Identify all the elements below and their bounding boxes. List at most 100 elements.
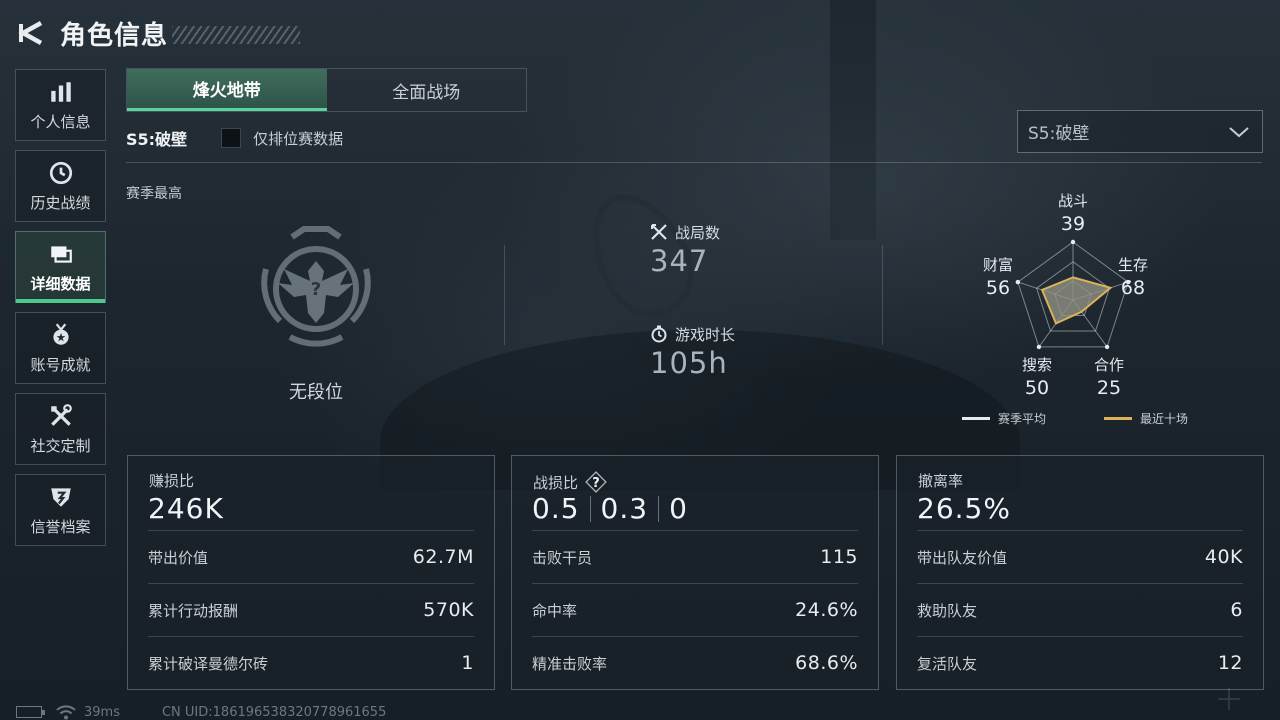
extract-panel: 撤离率 26.5% 带出队友价值 40K 救助队友 6 复活队友 12 <box>896 455 1264 690</box>
ranked-only-checkbox[interactable] <box>221 128 242 148</box>
profit-ratio-value: 246K <box>148 492 224 525</box>
sidebar-item-achievements[interactable]: 账号成就 <box>15 312 106 384</box>
crossed-tools-icon <box>50 403 72 426</box>
radar-label-survival: 生存 <box>1117 256 1148 274</box>
sidebar-item-label: 社交定制 <box>30 436 91 455</box>
shield-badge-icon <box>50 487 71 507</box>
stat-label: 精准击败率 <box>532 654 608 673</box>
legend-recent-ten: 最近十场 <box>1104 410 1188 427</box>
svg-text:?: ? <box>592 476 600 491</box>
stat-value: 6 <box>1230 599 1243 621</box>
legend-label: 最近十场 <box>1140 412 1189 426</box>
stat-label: 击败干员 <box>532 548 593 567</box>
stat-value: 1 <box>461 652 474 674</box>
stopwatch-icon <box>651 325 667 343</box>
background-tower <box>830 0 876 240</box>
radar-label-search: 搜索 <box>1021 356 1052 374</box>
title-decoration <box>172 26 301 44</box>
overview-divider <box>504 245 505 345</box>
stat-row: 带出队友价值 40K <box>917 530 1243 583</box>
page-header: 角色信息 <box>16 14 301 52</box>
back-arrow-icon[interactable] <box>16 18 46 48</box>
kd-value: 0.5 <box>532 492 580 525</box>
matches-stat: 战局数 347 <box>650 222 720 279</box>
sidebar-item-social[interactable]: 社交定制 <box>15 393 106 465</box>
stat-row: 复活队友 12 <box>917 636 1243 689</box>
stat-label: 带出价值 <box>148 548 209 567</box>
panel-title: 战损比 <box>533 473 579 492</box>
sidebar-item-label: 个人信息 <box>30 112 91 131</box>
sidebar-item-personal-info[interactable]: 个人信息 <box>15 69 106 141</box>
radar-label-combat: 战斗 <box>1057 192 1088 210</box>
combat-panel: 战损比 ? 0.5 0.3 0 击败干员 115 命中率 24.6% 精准击败率… <box>511 455 879 690</box>
kd-value: 0 <box>669 492 688 525</box>
playtime-stat: 游戏时长 105h <box>650 324 735 380</box>
ranked-only-label[interactable]: 仅排位赛数据 <box>253 128 343 149</box>
radar-axis-dot <box>1070 239 1076 245</box>
ping-value: 39ms <box>84 704 120 720</box>
stat-label: 复活队友 <box>917 654 978 673</box>
stat-row: 累计行动报酬 570K <box>148 583 474 636</box>
help-icon[interactable]: ? <box>584 470 608 494</box>
stat-label: 救助队友 <box>917 601 978 620</box>
radar-value-wealth: 56 <box>985 277 1011 299</box>
season-dropdown[interactable]: S5:破壁 <box>1017 110 1263 153</box>
folder-stack-icon <box>50 245 72 263</box>
stat-value: 62.7M <box>412 546 474 568</box>
stat-row: 救助队友 6 <box>917 583 1243 636</box>
radar-label-wealth: 财富 <box>982 256 1013 274</box>
panel-title: 撤离率 <box>918 472 964 490</box>
page-title: 角色信息 <box>60 20 169 51</box>
radar-value-combat: 39 <box>1060 213 1086 235</box>
overview-divider <box>882 245 883 345</box>
stat-row: 命中率 24.6% <box>532 583 858 636</box>
season-row: S5:破壁 仅排位赛数据 <box>126 126 343 150</box>
stat-row: 累计破译曼德尔砖 1 <box>148 636 474 689</box>
radar-value-teamwork: 25 <box>1096 377 1122 399</box>
radar-axis-dot <box>1036 344 1042 350</box>
matches-label: 战局数 <box>675 223 721 242</box>
legend-swatch <box>1104 417 1132 420</box>
sidebar: 个人信息 历史战绩 详细数据 账号成就 社交定制 信誉档案 <box>15 69 106 555</box>
wifi-icon <box>56 705 76 720</box>
bar-chart-icon <box>50 81 71 102</box>
sidebar-item-label: 信誉档案 <box>30 517 91 536</box>
kd-value: 0.3 <box>600 492 649 525</box>
radar-value-survival: 68 <box>1120 277 1146 299</box>
value-separator <box>658 495 660 522</box>
season-dropdown-value: S5:破壁 <box>1028 124 1090 144</box>
playtime-value: 105h <box>650 346 728 380</box>
stat-value: 68.6% <box>795 652 858 674</box>
sidebar-item-detailed-data[interactable]: 详细数据 <box>15 231 106 303</box>
stat-label: 带出队友价值 <box>917 548 1008 567</box>
legend-season-average: 赛季平均 <box>962 410 1046 427</box>
rank-name: 无段位 <box>289 382 343 403</box>
legend-label: 赛季平均 <box>998 412 1047 426</box>
season-label: S5:破壁 <box>126 130 188 149</box>
radar-value-search: 50 <box>1024 377 1050 399</box>
rank-emblem-icon: ? <box>261 226 371 347</box>
radar-axis-dot <box>1104 344 1110 350</box>
profit-panel: 赚损比 246K 带出价值 62.7M 累计行动报酬 570K 累计破译曼德尔砖… <box>127 455 495 690</box>
combat-panel-header: 战损比 ? <box>533 470 608 494</box>
value-separator <box>589 495 591 522</box>
chevron-down-icon <box>1229 127 1249 138</box>
playtime-label: 游戏时长 <box>675 325 736 344</box>
ability-radar: 战斗 39 生存 68 合作 25 搜索 50 财富 56 <box>960 188 1190 399</box>
sidebar-item-history[interactable]: 历史战绩 <box>15 150 106 222</box>
tab-hazard-zone[interactable]: 烽火地带 <box>127 69 327 111</box>
panel-title: 赚损比 <box>149 472 195 490</box>
matches-stat-header: 战局数 <box>650 222 720 242</box>
stat-value: 570K <box>423 599 474 621</box>
sidebar-item-label: 历史战绩 <box>30 193 91 212</box>
stat-label: 累计破译曼德尔砖 <box>148 654 269 673</box>
stat-row: 带出价值 62.7M <box>148 530 474 583</box>
tab-full-battlefield[interactable]: 全面战场 <box>326 69 526 111</box>
battery-icon <box>16 706 45 718</box>
svg-text:?: ? <box>311 279 321 300</box>
stat-label: 累计行动报酬 <box>148 601 239 620</box>
playtime-stat-header: 游戏时长 <box>650 324 735 344</box>
stat-value: 115 <box>820 546 858 568</box>
sidebar-item-credit[interactable]: 信誉档案 <box>15 474 106 546</box>
stat-value: 24.6% <box>795 599 858 621</box>
